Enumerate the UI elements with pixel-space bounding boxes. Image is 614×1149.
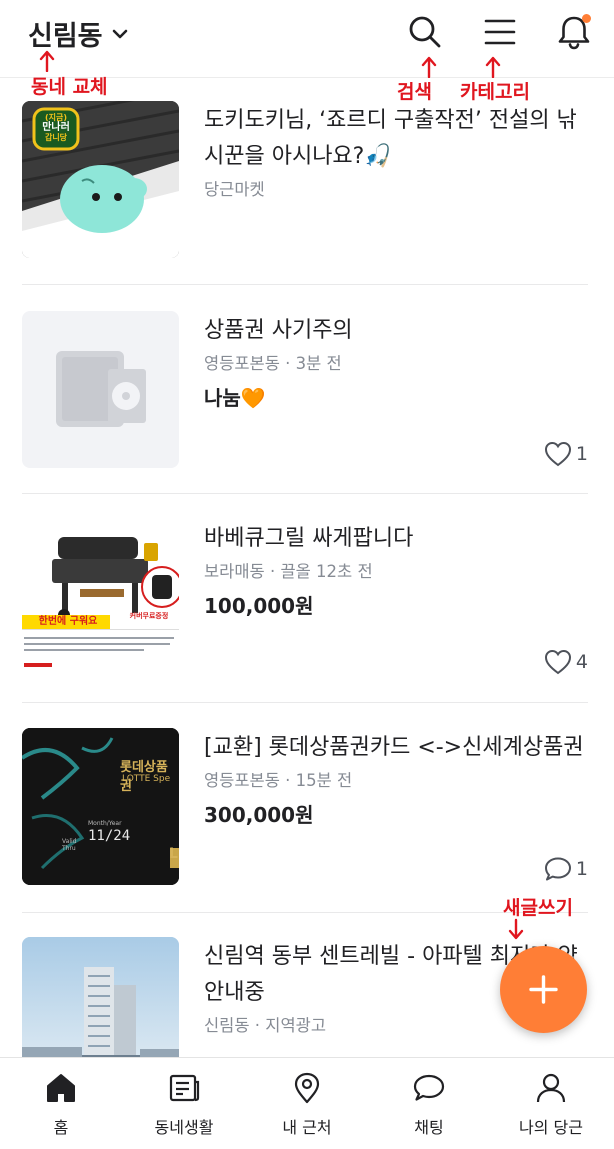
- nav-my-profile[interactable]: 나의 당근: [490, 1058, 612, 1149]
- location-selector[interactable]: 신림동: [28, 14, 129, 53]
- nav-label: 나의 당근: [519, 1118, 583, 1137]
- bbq-grill-image: [22, 519, 179, 676]
- item-meta: 영등포본동 · 15분 전: [204, 771, 353, 790]
- card-text: L: [169, 846, 178, 862]
- nav-label: 채팅: [414, 1118, 444, 1137]
- annotation-new-post: 새글쓰기: [503, 897, 573, 919]
- like-count: 1: [575, 443, 588, 465]
- divider: [22, 493, 588, 494]
- item-thumbnail: [22, 937, 179, 1057]
- like-count: 4: [575, 651, 588, 673]
- notification-dot: [582, 14, 591, 23]
- search-icon[interactable]: [406, 14, 442, 50]
- nav-home[interactable]: 홈: [0, 1058, 122, 1149]
- community-icon: [169, 1074, 200, 1102]
- plus-icon: [529, 975, 558, 1004]
- location-name: 신림동: [28, 21, 103, 52]
- like-counter: 4: [544, 649, 588, 675]
- list-item[interactable]: 한번에 구워요 커버무료증정 바베큐그릴 싸게팝니다 보라매동 · 끌올 12초…: [22, 519, 588, 679]
- chat-icon: [413, 1074, 445, 1101]
- nav-community[interactable]: 동네생활: [123, 1058, 245, 1149]
- heart-icon: [544, 649, 571, 675]
- item-meta: 영등포본동 · 3분 전: [204, 354, 342, 373]
- badge-text: (지금): [44, 113, 68, 122]
- card-text: LOTTE Spe: [122, 774, 171, 784]
- annotation-arrow-icon: [39, 50, 55, 72]
- badge-text: 갑니당: [44, 133, 68, 142]
- chat-count: 1: [575, 858, 588, 880]
- item-thumbnail: (지금) 만나러 갑니당: [22, 101, 179, 258]
- card-text: 11/24: [88, 828, 131, 844]
- item-thumbnail: 한번에 구워요 커버무료증정: [22, 519, 179, 676]
- item-meta: 보라매동 · 끌올 12초 전: [204, 562, 373, 581]
- top-bar: 신림동: [0, 0, 614, 78]
- item-meta: 당근마켓: [204, 180, 265, 199]
- nav-label: 동네생활: [154, 1118, 214, 1137]
- placeholder-image-icon: [56, 351, 146, 427]
- card-text: Month/Year: [88, 820, 122, 827]
- notification-button[interactable]: [556, 14, 592, 50]
- heart-icon: [544, 441, 571, 467]
- item-title: 바베큐그릴 싸게팝니다: [204, 526, 414, 551]
- user-icon: [536, 1073, 566, 1103]
- nav-label: 내 근처: [282, 1118, 332, 1137]
- item-price: 나눔🧡: [204, 386, 266, 410]
- item-price: 100,000원: [204, 594, 314, 618]
- nav-label: 홈: [53, 1118, 69, 1137]
- item-thumbnail: 롯데상품권 LOTTE Spe Month/Year Valid Thru 11…: [22, 728, 179, 885]
- nav-chat[interactable]: 채팅: [368, 1058, 490, 1149]
- divider: [22, 702, 588, 703]
- item-title: 도키도키님, ‘죠르디 구출작전’ 전설의 낚시꾼을 아시나요?🎣: [204, 108, 577, 169]
- item-thumbnail: [22, 311, 179, 468]
- item-price: 300,000원: [204, 803, 314, 827]
- bottom-navigation: 홈 동네생활 내 근처 채팅 나의 당근: [0, 1057, 614, 1149]
- location-pin-icon: [294, 1072, 320, 1104]
- divider: [22, 284, 588, 285]
- annotation-arrow-icon: [485, 56, 501, 78]
- like-counter: 1: [544, 441, 588, 467]
- banner-text: 한번에 구워요: [38, 616, 98, 627]
- list-item[interactable]: 상품권 사기주의 영등포본동 · 3분 전 나눔🧡 1: [22, 311, 588, 471]
- menu-icon[interactable]: [482, 14, 518, 50]
- card-text: Valid Thru: [62, 838, 77, 852]
- item-title: 상품권 사기주의: [204, 318, 353, 343]
- annotation-arrow-icon: [421, 56, 437, 78]
- chat-counter: 1: [544, 856, 588, 882]
- annotation-arrow-icon: [508, 918, 524, 940]
- list-item[interactable]: (지금) 만나러 갑니당 도키도키님, ‘죠르디 구출작전’ 전설의 낚시꾼을 …: [22, 101, 588, 261]
- badge-text: 만나러: [42, 122, 70, 133]
- gift-card-image: [22, 728, 179, 885]
- home-icon: [47, 1074, 75, 1102]
- nav-nearby[interactable]: 내 근처: [246, 1058, 368, 1149]
- apartment-building-image: [22, 937, 179, 1057]
- chevron-down-icon: [112, 29, 127, 38]
- new-post-button[interactable]: [500, 946, 587, 1033]
- banner-text: 커버무료증정: [129, 612, 169, 620]
- chat-icon: [544, 857, 571, 881]
- item-title: [교환] 롯데상품권카드 <->신세계상품권: [204, 735, 584, 760]
- list-item[interactable]: 롯데상품권 LOTTE Spe Month/Year Valid Thru 11…: [22, 728, 588, 898]
